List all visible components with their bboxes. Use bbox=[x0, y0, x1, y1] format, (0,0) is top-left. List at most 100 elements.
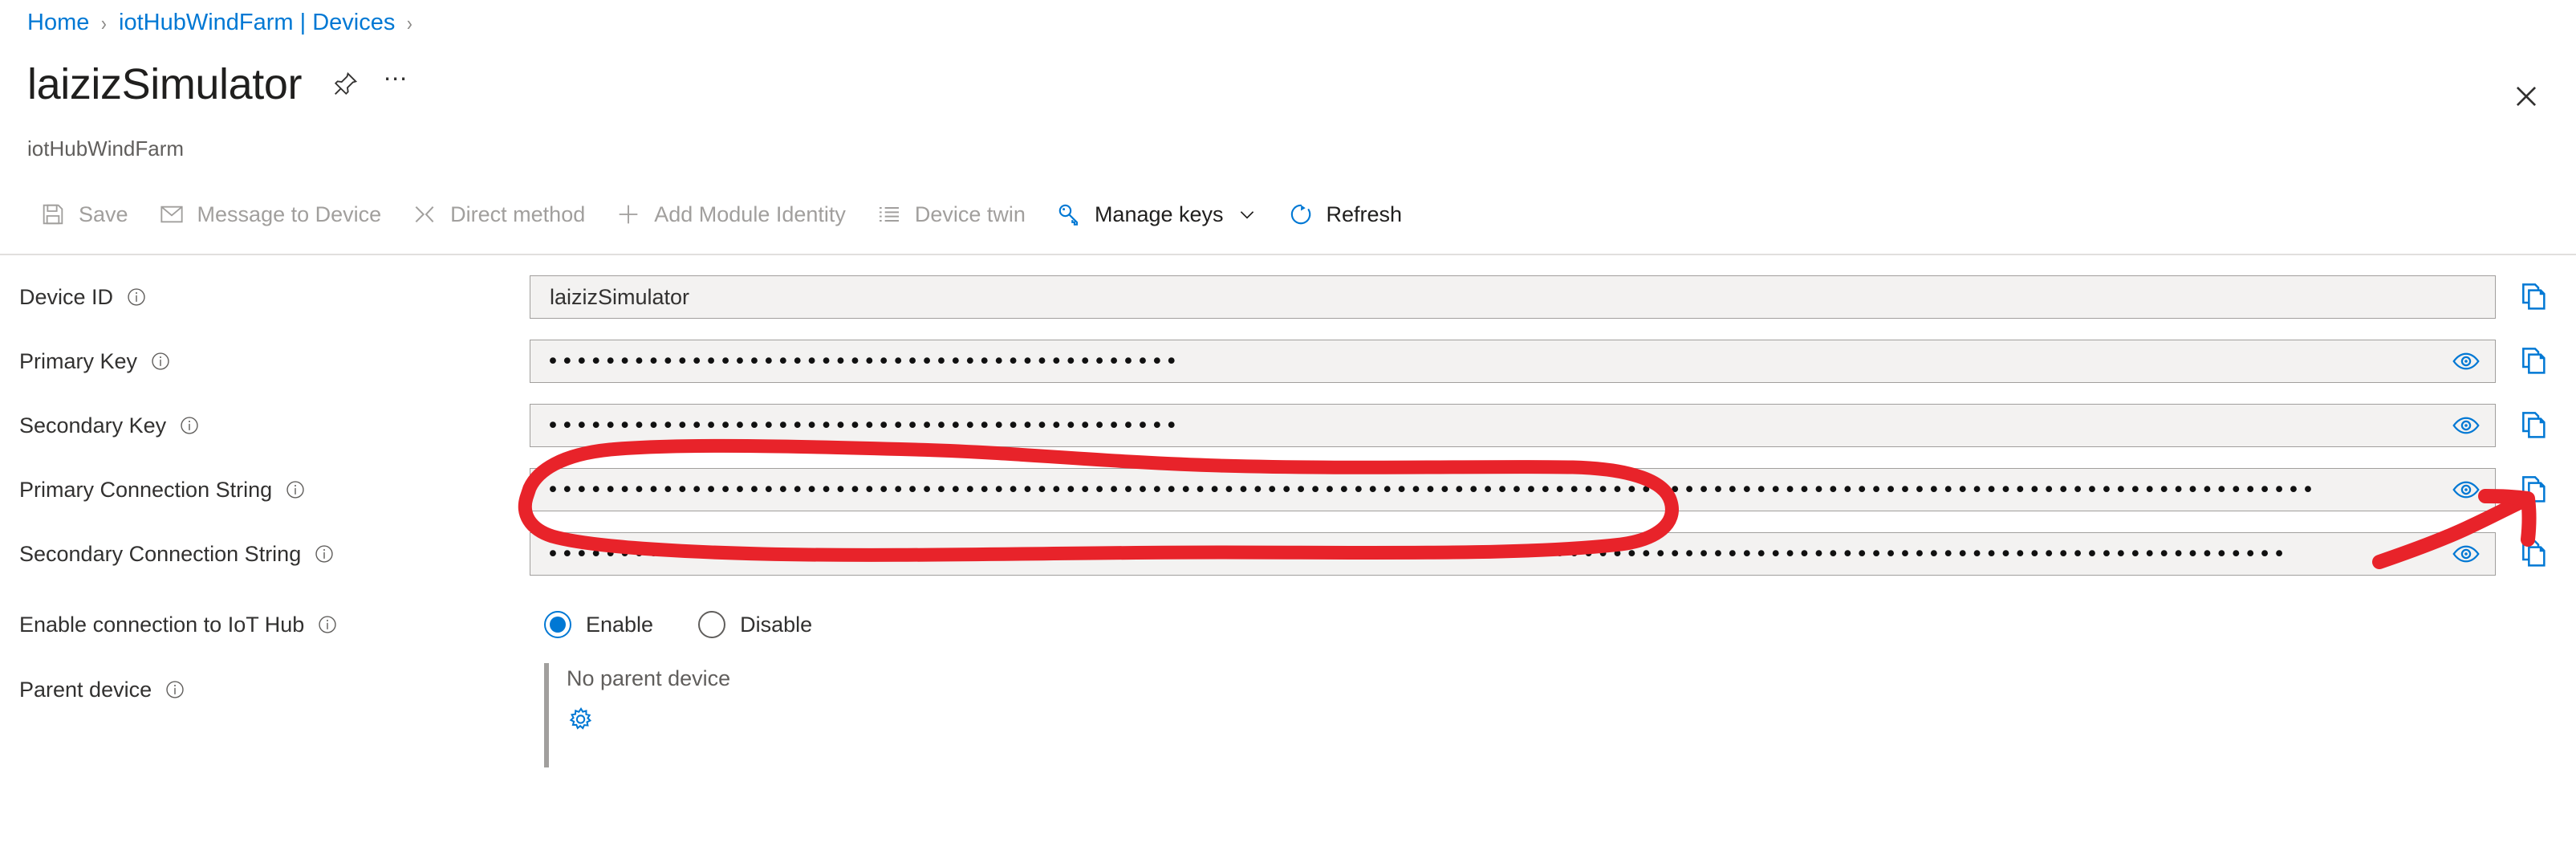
copy-icon-device-id[interactable] bbox=[2517, 279, 2554, 315]
direct-method-label: Direct method bbox=[450, 202, 586, 226]
field-row-enable-connection: Enable connection to IoT Hub Enable Disa… bbox=[0, 586, 2576, 663]
primary-connection-string-label-group: Primary Connection String bbox=[19, 477, 530, 502]
copy-icon-secondary-key[interactable] bbox=[2517, 407, 2554, 444]
primary-connection-string-label: Primary Connection String bbox=[19, 477, 273, 502]
plus-icon bbox=[614, 200, 643, 229]
radio-enable[interactable]: Enable bbox=[544, 611, 653, 638]
copy-icon-secondary-connection-string[interactable] bbox=[2517, 535, 2554, 572]
close-icon[interactable] bbox=[2506, 76, 2546, 116]
parent-device-inner: No parent device bbox=[549, 663, 730, 767]
direct-method-button[interactable]: Direct method bbox=[396, 189, 599, 239]
title-row: laizizSimulator ⋯ bbox=[27, 63, 414, 106]
save-button[interactable]: Save bbox=[24, 189, 143, 239]
info-icon[interactable] bbox=[317, 614, 338, 635]
breadcrumb-separator-icon-2: › bbox=[407, 10, 413, 35]
device-id-input[interactable]: laizizSimulator bbox=[530, 275, 2496, 319]
show-password-eye-icon[interactable] bbox=[2448, 474, 2484, 506]
parent-device-control: No parent device bbox=[530, 663, 2576, 767]
info-icon[interactable] bbox=[285, 479, 306, 500]
gear-icon[interactable] bbox=[567, 704, 599, 736]
field-row-secondary-key: Secondary Key ••••••••••••••••••••••••••… bbox=[0, 393, 2576, 458]
device-id-label: Device ID bbox=[19, 284, 114, 309]
secondary-connection-string-label-group: Secondary Connection String bbox=[19, 543, 530, 565]
field-row-device-id: Device ID laizizSimulator bbox=[0, 265, 2576, 329]
refresh-button[interactable]: Refresh bbox=[1272, 189, 1417, 239]
radio-mark-disable bbox=[698, 611, 726, 638]
secondary-key-input[interactable]: ••••••••••••••••••••••••••••••••••••••••… bbox=[530, 404, 2496, 447]
secondary-connection-string-input[interactable]: ••••••••••••••••••••••••••••••••••••••••… bbox=[530, 532, 2496, 576]
info-icon[interactable] bbox=[150, 351, 171, 372]
primary-key-input[interactable]: ••••••••••••••••••••••••••••••••••••••••… bbox=[530, 340, 2496, 383]
enable-connection-label-group: Enable connection to IoT Hub bbox=[19, 612, 530, 637]
device-details-blade: Home › iotHubWindFarm | Devices › laiziz… bbox=[0, 0, 2576, 863]
info-icon[interactable] bbox=[179, 415, 200, 436]
copy-icon-primary-connection-string[interactable] bbox=[2517, 471, 2554, 508]
field-row-primary-connection-string: Primary Connection String ••••••••••••••… bbox=[0, 458, 2576, 522]
device-form: Device ID laizizSimulator Primary Key ••… bbox=[0, 265, 2576, 784]
message-to-device-label: Message to Device bbox=[197, 202, 382, 226]
pin-icon[interactable] bbox=[329, 68, 361, 100]
chevron-down-icon bbox=[1237, 204, 1258, 225]
more-options-icon[interactable]: ⋯ bbox=[379, 66, 414, 100]
device-twin-label: Device twin bbox=[914, 202, 1026, 226]
radio-disable[interactable]: Disable bbox=[698, 611, 812, 638]
add-module-identity-label: Add Module Identity bbox=[654, 202, 846, 226]
add-module-identity-button[interactable]: Add Module Identity bbox=[599, 189, 860, 239]
manage-keys-button[interactable]: Manage keys bbox=[1040, 189, 1272, 239]
primary-connection-string-value: ••••••••••••••••••••••••••••••••••••••••… bbox=[546, 478, 2316, 501]
direct-method-icon bbox=[410, 200, 439, 229]
list-icon bbox=[875, 200, 904, 229]
primary-key-label-group: Primary Key bbox=[19, 348, 530, 373]
secondary-connection-string-control: ••••••••••••••••••••••••••••••••••••••••… bbox=[530, 532, 2576, 576]
breadcrumb-item-iothub-devices[interactable]: iotHubWindFarm | Devices bbox=[119, 11, 395, 35]
enable-connection-radio-group: Enable Disable bbox=[530, 611, 857, 638]
command-toolbar: Save Message to Device Direct method Add… bbox=[24, 189, 1416, 239]
page-title: laizizSimulator bbox=[27, 60, 303, 108]
secondary-connection-string-value: ••••••••••••••••••••••••••••••••••••••••… bbox=[546, 543, 2288, 565]
primary-key-label: Primary Key bbox=[19, 348, 138, 373]
radio-disable-label: Disable bbox=[740, 612, 813, 637]
breadcrumb-separator-icon: › bbox=[101, 10, 108, 35]
field-row-secondary-connection-string: Secondary Connection String ••••••••••••… bbox=[0, 522, 2576, 586]
enable-connection-control: Enable Disable bbox=[530, 611, 2576, 638]
parent-device-label-group: Parent device bbox=[19, 663, 530, 701]
message-to-device-button[interactable]: Message to Device bbox=[143, 189, 396, 239]
parent-device-value: No parent device bbox=[567, 666, 731, 690]
primary-key-value: ••••••••••••••••••••••••••••••••••••••••… bbox=[546, 350, 1180, 372]
info-icon[interactable] bbox=[165, 679, 185, 700]
secondary-key-label-group: Secondary Key bbox=[19, 413, 530, 438]
page-subtitle: iotHubWindFarm bbox=[27, 136, 185, 161]
primary-connection-string-control: ••••••••••••••••••••••••••••••••••••••••… bbox=[530, 468, 2576, 511]
field-row-primary-key: Primary Key ••••••••••••••••••••••••••••… bbox=[0, 329, 2576, 393]
primary-key-control: ••••••••••••••••••••••••••••••••••••••••… bbox=[530, 340, 2576, 383]
primary-connection-string-input[interactable]: ••••••••••••••••••••••••••••••••••••••••… bbox=[530, 468, 2496, 511]
save-label: Save bbox=[79, 202, 128, 226]
refresh-icon bbox=[1286, 200, 1315, 229]
parent-device-label: Parent device bbox=[19, 678, 152, 702]
secondary-key-value: ••••••••••••••••••••••••••••••••••••••••… bbox=[546, 414, 1180, 437]
secondary-connection-string-label: Secondary Connection String bbox=[19, 541, 302, 566]
radio-enable-label: Enable bbox=[586, 612, 654, 637]
envelope-icon bbox=[157, 200, 186, 229]
show-password-eye-icon[interactable] bbox=[2448, 409, 2484, 442]
manage-keys-label: Manage keys bbox=[1094, 202, 1224, 226]
info-icon[interactable] bbox=[126, 287, 147, 307]
device-id-value: laizizSimulator bbox=[550, 286, 690, 308]
breadcrumb: Home › iotHubWindFarm | Devices › bbox=[27, 11, 425, 35]
device-id-label-group: Device ID bbox=[19, 284, 530, 309]
save-icon bbox=[39, 200, 67, 229]
info-icon[interactable] bbox=[314, 543, 335, 564]
show-password-eye-icon[interactable] bbox=[2448, 538, 2484, 570]
refresh-label: Refresh bbox=[1326, 202, 1403, 226]
breadcrumb-item-home[interactable]: Home bbox=[27, 11, 89, 35]
secondary-key-label: Secondary Key bbox=[19, 413, 167, 438]
secondary-key-control: ••••••••••••••••••••••••••••••••••••••••… bbox=[530, 404, 2576, 447]
parent-device-box: No parent device bbox=[530, 663, 730, 767]
toolbar-divider bbox=[0, 254, 2576, 255]
copy-icon-primary-key[interactable] bbox=[2517, 343, 2554, 380]
radio-mark-enable bbox=[544, 611, 571, 638]
enable-connection-label: Enable connection to IoT Hub bbox=[19, 612, 305, 637]
field-row-parent-device: Parent device No parent device bbox=[0, 663, 2576, 784]
device-twin-button[interactable]: Device twin bbox=[860, 189, 1040, 239]
show-password-eye-icon[interactable] bbox=[2448, 345, 2484, 377]
